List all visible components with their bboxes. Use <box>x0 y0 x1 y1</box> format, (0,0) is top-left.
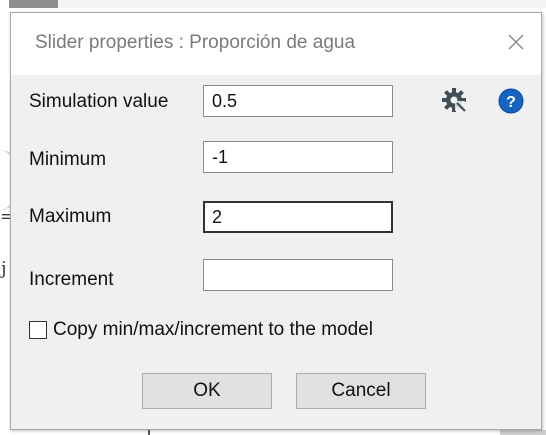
svg-text:?: ? <box>506 94 516 111</box>
settings-button[interactable] <box>439 85 469 115</box>
help-icon: ? <box>498 88 524 114</box>
close-button[interactable] <box>501 27 531 57</box>
cancel-button[interactable]: Cancel <box>296 373 426 409</box>
background-tab <box>8 0 58 8</box>
slider-properties-dialog: Slider properties : Proporción de agua S… <box>10 12 542 430</box>
dialog-title: Slider properties : Proporción de agua <box>35 32 356 53</box>
copy-to-model-option[interactable]: Copy min/max/increment to the model <box>29 319 373 341</box>
minimum-field[interactable]: -1 <box>203 141 393 173</box>
background-canvas-top <box>0 0 546 8</box>
simulation-value-field[interactable]: 0.5 <box>203 85 393 117</box>
help-button[interactable]: ? <box>497 87 525 115</box>
maximum-field[interactable]: 2 <box>203 201 393 233</box>
screen: = j Slider properties : Proporción de ag… <box>0 0 546 435</box>
increment-label: Increment <box>29 269 114 290</box>
increment-field[interactable] <box>203 259 393 291</box>
simulation-value-label: Simulation value <box>29 91 169 112</box>
close-icon <box>508 34 524 50</box>
gear-icon <box>442 88 466 112</box>
background-mark: j <box>1 258 7 279</box>
maximum-label: Maximum <box>29 206 112 227</box>
copy-to-model-checkbox[interactable] <box>29 321 47 339</box>
background-strip <box>500 430 546 435</box>
minimum-label: Minimum <box>29 149 107 170</box>
copy-to-model-label: Copy min/max/increment to the model <box>53 319 373 340</box>
ok-button[interactable]: OK <box>142 373 272 409</box>
dialog-titlebar[interactable]: Slider properties : Proporción de agua <box>11 13 541 75</box>
